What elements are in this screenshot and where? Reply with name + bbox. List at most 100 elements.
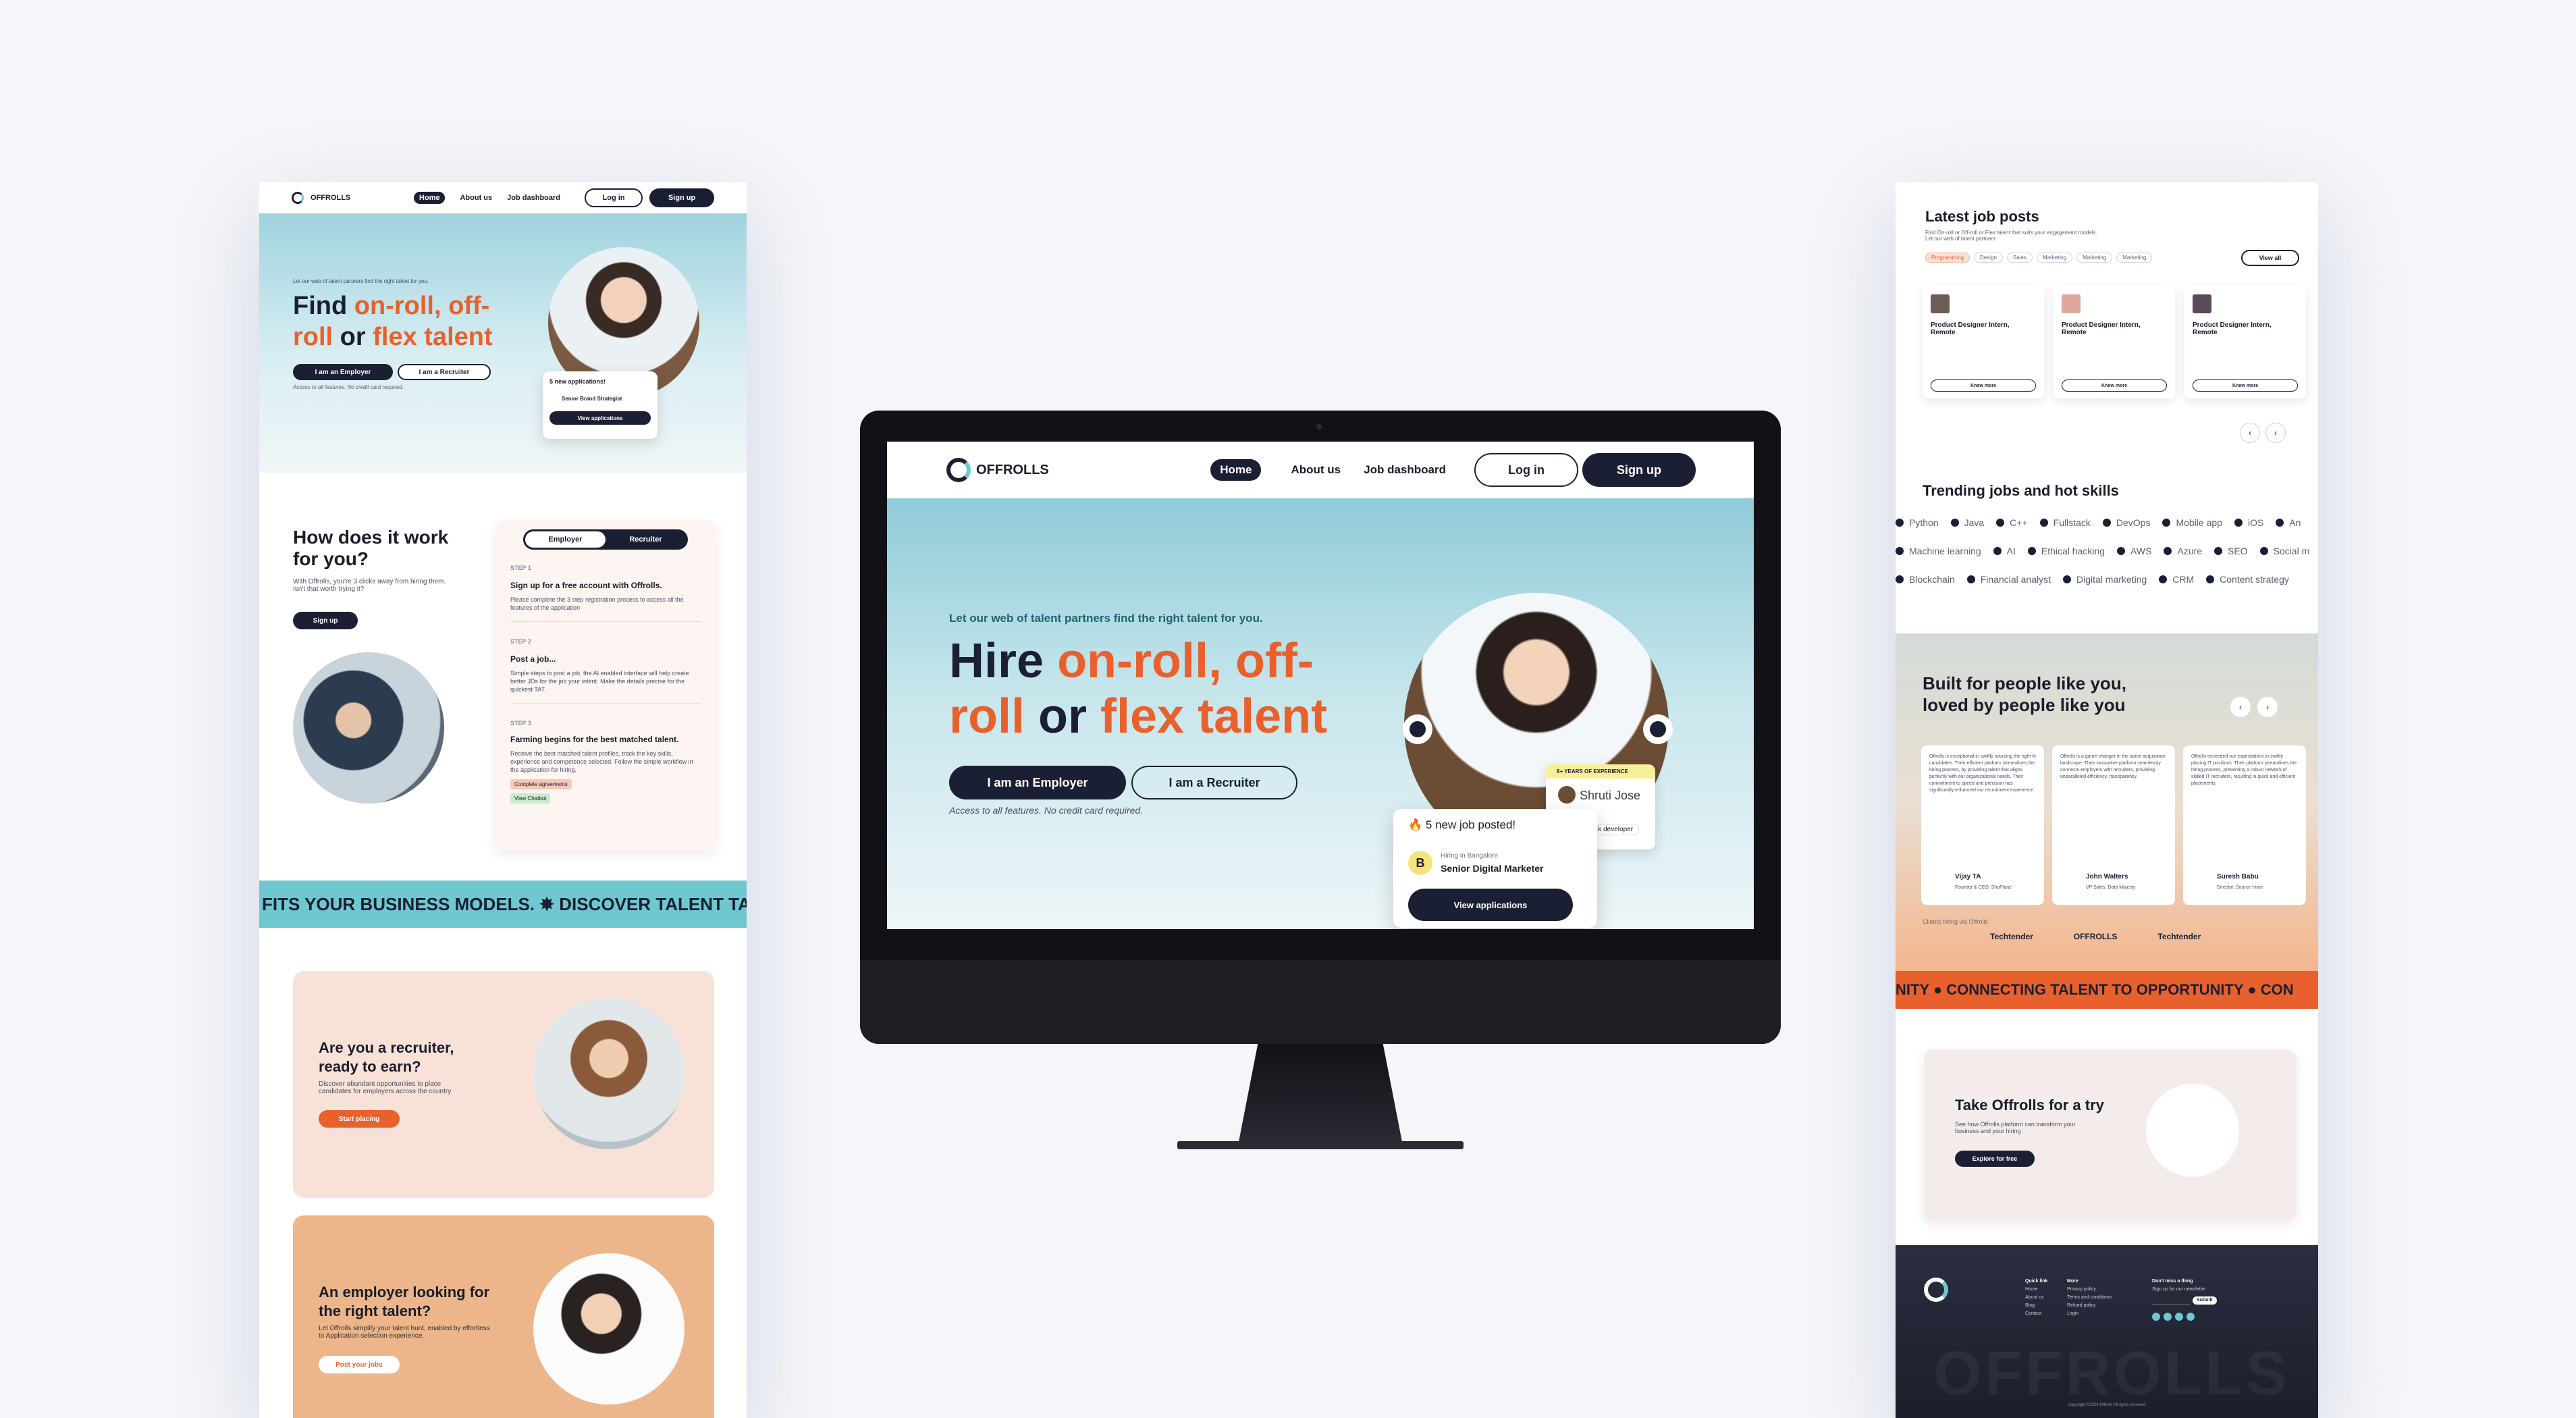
skill-chip[interactable]: Python: [1896, 517, 1939, 528]
signup-button[interactable]: Sign up: [649, 188, 714, 207]
brand-name: OFFROLLS: [311, 194, 351, 202]
subscribe-button[interactable]: Submit: [2193, 1296, 2217, 1305]
login-button[interactable]: Log in: [585, 188, 643, 207]
carousel-prev-icon[interactable]: [1403, 714, 1432, 744]
filter-design[interactable]: Design: [1974, 253, 2003, 263]
email-field[interactable]: [2152, 1296, 2190, 1305]
post-jobs-button[interactable]: Post your jobs: [319, 1356, 400, 1373]
skill-chip[interactable]: Digital marketing: [2062, 574, 2147, 585]
jobs-prev-icon[interactable]: ‹: [2240, 423, 2260, 443]
footer-link[interactable]: About us: [2025, 1294, 2047, 1302]
left-page-preview: OFFROLLS Home About us Job dashboard Log…: [259, 182, 747, 1418]
skill-chip[interactable]: Mobile app: [2162, 517, 2222, 528]
skill-chip[interactable]: Ethical hacking: [2027, 546, 2105, 556]
notification-card: 5 new applications! Senior Brand Strateg…: [543, 371, 658, 439]
skill-chip[interactable]: Azure: [2164, 546, 2202, 556]
skill-chip[interactable]: Java: [1950, 517, 1984, 528]
skill-chip[interactable]: An: [2276, 517, 2301, 528]
view-applications-button[interactable]: View applications: [1408, 889, 1573, 921]
job-card[interactable]: Product Designer Intern, Remote Know mor…: [2054, 286, 2175, 398]
person-name: Shruti Jose: [1580, 789, 1641, 802]
skill-chip[interactable]: C++: [1996, 517, 2028, 528]
toggle-recruiter[interactable]: Recruiter: [606, 531, 686, 548]
toggle-employer[interactable]: Employer: [525, 531, 606, 548]
social-icon[interactable]: [2164, 1313, 2172, 1321]
skill-chip[interactable]: Machine learning: [1896, 546, 1981, 556]
start-placing-button[interactable]: Start placing: [319, 1110, 400, 1128]
view-applications-button[interactable]: View applications: [549, 411, 651, 425]
filter-marketing[interactable]: Marketing: [2036, 253, 2073, 263]
nav-about[interactable]: About us: [460, 194, 492, 202]
skill-dot-icon: [2276, 519, 2284, 527]
login-button[interactable]: Log in: [1474, 453, 1578, 487]
filter-programming[interactable]: Programming: [1925, 253, 1970, 263]
footer-link[interactable]: Blog: [2025, 1302, 2047, 1310]
recruiter-title: Are you a recruiter, ready to earn?: [319, 1039, 454, 1075]
footer-col-quick: Quick link Home About us Blog Contact: [2025, 1278, 2047, 1318]
skill-chip[interactable]: Social m: [2259, 546, 2309, 556]
nav-home[interactable]: Home: [1210, 459, 1262, 481]
nav-dashboard[interactable]: Job dashboard: [507, 194, 560, 202]
how-title: How does it work for you?: [293, 527, 449, 569]
recruiter-button[interactable]: I am a Recruiter: [1131, 766, 1297, 799]
signup-button[interactable]: Sign up: [1582, 453, 1696, 487]
recruiter-button[interactable]: I am a Recruiter: [398, 364, 491, 380]
skill-chip[interactable]: Content strategy: [2206, 574, 2289, 585]
skill-dot-icon: [2234, 519, 2243, 527]
filter-sales[interactable]: Sales: [2006, 253, 2033, 263]
hero-headline: Hire on-roll, off- roll or flex talent: [949, 634, 1328, 743]
know-more-button[interactable]: Know more: [2193, 379, 2298, 392]
meeting-photo: [293, 652, 444, 804]
notification-title: 🔥 5 new job posted!: [1408, 818, 1516, 831]
skill-chip[interactable]: AI: [1993, 546, 2016, 556]
how-signup-button[interactable]: Sign up: [293, 612, 358, 629]
company-logo-icon: [2193, 294, 2211, 313]
social-icon[interactable]: [2175, 1313, 2183, 1321]
skill-dot-icon: [2039, 519, 2048, 527]
filter-marketing-2[interactable]: Marketing: [2076, 253, 2113, 263]
nav-dashboard[interactable]: Job dashboard: [1364, 463, 1446, 477]
footer-link[interactable]: Home: [2025, 1286, 2047, 1294]
footer-link[interactable]: Terms and conditions: [2067, 1294, 2112, 1302]
skill-chip[interactable]: Financial analyst: [1966, 574, 2051, 585]
skill-dot-icon: [2206, 575, 2215, 583]
social-icon[interactable]: [2152, 1313, 2160, 1321]
employer-button[interactable]: I am an Employer: [949, 766, 1126, 799]
clients-label: Clients hiring via Offrolls: [1923, 918, 1988, 925]
social-icon[interactable]: [2186, 1313, 2195, 1321]
testimonial-card: Offrolls is a game-changer in the talent…: [2052, 745, 2175, 905]
testi-next-icon[interactable]: ›: [2257, 697, 2278, 717]
footer-link[interactable]: Contact: [2025, 1310, 2047, 1318]
skill-chip[interactable]: SEO: [2213, 546, 2248, 556]
skill-dot-icon: [2213, 547, 2222, 555]
skill-chip[interactable]: iOS: [2234, 517, 2263, 528]
skill-chip[interactable]: DevOps: [2102, 517, 2150, 528]
explore-button[interactable]: Explore for free: [1955, 1151, 2035, 1167]
job-card[interactable]: Product Designer Intern, Remote Know mor…: [2184, 286, 2306, 398]
carousel-next-icon[interactable]: [1643, 714, 1673, 744]
skill-chip[interactable]: CRM: [2159, 574, 2194, 585]
how-text: With Offrolls, you're 3 clicks away from…: [293, 578, 446, 593]
view-all-button[interactable]: View all: [2241, 250, 2299, 266]
role-toggle[interactable]: Employer Recruiter: [523, 529, 688, 550]
recruiter-photo: [533, 998, 685, 1149]
nav-home[interactable]: Home: [413, 192, 446, 204]
skill-chip[interactable]: Fullstack: [2039, 517, 2091, 528]
footer-link[interactable]: Privacy policy: [2067, 1286, 2112, 1294]
know-more-button[interactable]: Know more: [1931, 379, 2036, 392]
right-marquee: NITY ● CONNECTING TALENT TO OPPORTUNITY …: [1896, 971, 2318, 1009]
left-hero: Let our web of talent partners find the …: [259, 213, 747, 473]
built-title: Built for people like you, loved by peop…: [1923, 673, 2126, 715]
footer-link[interactable]: Login: [2067, 1310, 2112, 1318]
know-more-button[interactable]: Know more: [2062, 379, 2167, 392]
employer-button[interactable]: I am an Employer: [293, 364, 393, 380]
skill-chip[interactable]: Blockchain: [1896, 574, 1955, 585]
nav-about[interactable]: About us: [1291, 463, 1341, 477]
filter-marketing-3[interactable]: Marketing: [2116, 253, 2153, 263]
footer-link[interactable]: Refund policy: [2067, 1302, 2112, 1310]
testi-prev-icon[interactable]: ‹: [2230, 697, 2251, 717]
monitor-stand: [1238, 1044, 1403, 1145]
job-card[interactable]: Product Designer Intern, Remote Know mor…: [1923, 286, 2044, 398]
jobs-next-icon[interactable]: ›: [2265, 423, 2286, 443]
skill-chip[interactable]: AWS: [2117, 546, 2151, 556]
